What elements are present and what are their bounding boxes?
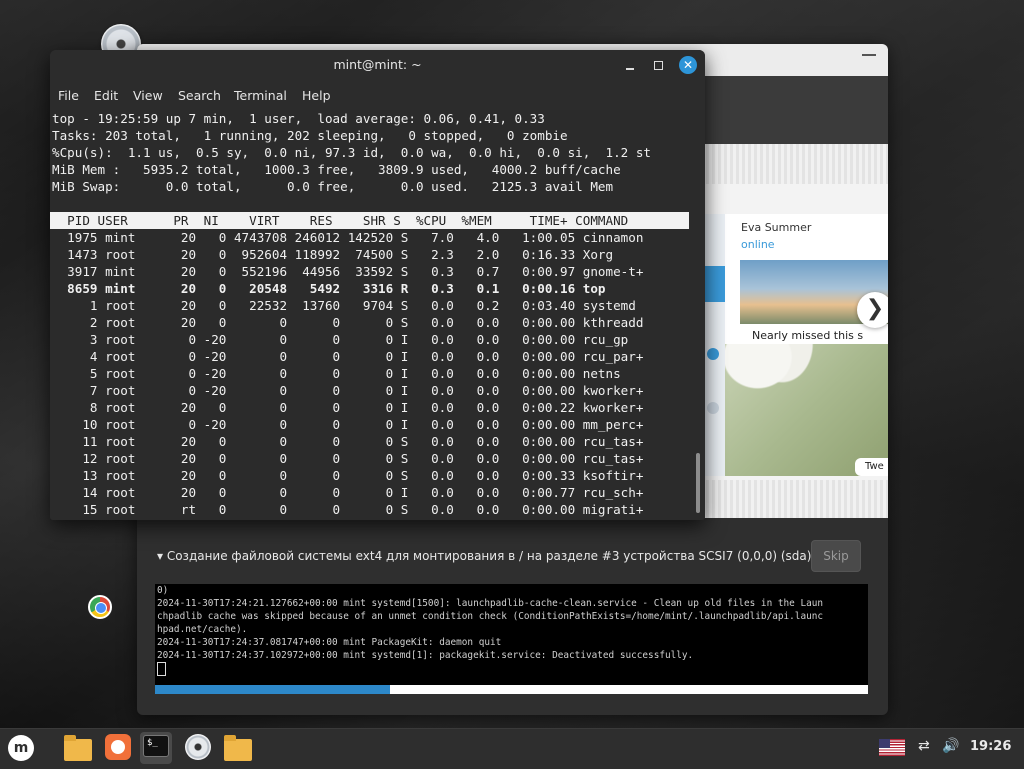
process-row-top: 8659 mint 20 0 20548 5492 3316 R 0.3 0.1…: [52, 281, 606, 296]
home-folder-icon[interactable]: [224, 735, 252, 761]
process-row: 10 root 0 -20 0 0 0 I 0.0 0.0 0:00.00 mm…: [52, 417, 644, 432]
process-row: 14 root 20 0 0 0 0 I 0.0 0.0 0:00.77 rcu…: [52, 485, 644, 500]
slide-top-strip: [703, 144, 888, 184]
install-log-line: chpadlib cache was skipped because of an…: [157, 611, 824, 622]
menu-view[interactable]: View: [133, 88, 163, 103]
top-summary-line: Tasks: 203 total, 1 running, 202 sleepin…: [52, 128, 568, 143]
terminal-output[interactable]: top - 19:25:59 up 7 min, 1 user, load av…: [50, 110, 695, 520]
install-log-line: 2024-11-30T17:24:37.102972+00:00 mint sy…: [157, 650, 694, 661]
files-folder-icon[interactable]: [64, 735, 92, 761]
chat-wallpaper: [725, 344, 888, 476]
top-summary-line: top - 19:25:59 up 7 min, 1 user, load av…: [52, 111, 545, 126]
keyboard-layout-flag-icon[interactable]: [879, 739, 905, 756]
process-row: 2 root 20 0 0 0 0 S 0.0 0.0 0:00.00 kthr…: [52, 315, 644, 330]
chat-bubble: Twe: [855, 458, 888, 476]
install-log-line: hpad.net/cache).: [157, 624, 248, 635]
unread-badge: [707, 402, 719, 414]
process-row: 1 root 20 0 22532 13760 9704 S 0.0 0.2 0…: [52, 298, 636, 313]
menu-file[interactable]: File: [58, 88, 79, 103]
chat-contact-status: online: [741, 238, 775, 251]
terminal-menubar: File Edit View Search Terminal Help: [50, 80, 705, 110]
install-log-lines: 0) 2024-11-30T17:24:21.127662+00:00 mint …: [157, 584, 868, 662]
menu-help[interactable]: Help: [302, 88, 331, 103]
process-row: 1473 root 20 0 952604 118992 74500 S 2.3…: [52, 247, 614, 262]
menu-icon[interactable]: m: [8, 735, 34, 761]
process-row: 13 root 20 0 0 0 0 S 0.0 0.0 0:00.33 kso…: [52, 468, 644, 483]
chat-photo-caption: Nearly missed this s: [752, 329, 864, 342]
process-row: 5 root 0 -20 0 0 0 I 0.0 0.0 0:00.00 net…: [52, 366, 621, 381]
process-row: 3917 mint 20 0 552196 44956 33592 S 0.3 …: [52, 264, 644, 279]
process-row: 1975 mint 20 0 4743708 246012 142520 S 7…: [52, 230, 644, 245]
menu-search[interactable]: Search: [178, 88, 221, 103]
log-cursor: [157, 662, 166, 676]
process-row: 15 root rt 0 0 0 0 S 0.0 0.0 0:00.00 mig…: [52, 502, 644, 517]
close-icon[interactable]: ✕: [679, 56, 697, 74]
volume-icon[interactable]: 🔊: [942, 738, 959, 754]
network-icon[interactable]: ⇄: [918, 738, 930, 754]
install-disc-icon[interactable]: [185, 734, 211, 760]
install-progress-fill: [155, 685, 391, 694]
slide-bottom-strip: [703, 480, 888, 518]
install-log-line: 2024-11-30T17:24:21.127662+00:00 mint sy…: [157, 598, 824, 609]
clock[interactable]: 19:26: [970, 739, 1011, 754]
top-summary-line: MiB Mem : 5935.2 total, 1000.3 free, 380…: [52, 162, 621, 177]
install-log: 0) 2024-11-30T17:24:21.127662+00:00 mint …: [155, 584, 868, 686]
top-summary-line: MiB Swap: 0.0 total, 0.0 free, 0.0 used.…: [52, 179, 614, 194]
chat-list-column: [703, 214, 725, 476]
install-log-line: 0): [157, 585, 169, 596]
chat-list-selected-tile: [703, 266, 725, 302]
slide-next-icon[interactable]: ❯: [857, 292, 888, 328]
terminal-scrollbar-thumb[interactable]: [696, 453, 700, 513]
firefox-icon[interactable]: [105, 734, 131, 760]
terminal-icon[interactable]: $_: [143, 735, 169, 757]
maximize-icon[interactable]: [649, 56, 667, 74]
skip-button[interactable]: Skip: [811, 540, 861, 572]
process-row: 4 root 0 -20 0 0 0 I 0.0 0.0 0:00.00 rcu…: [52, 349, 644, 364]
terminal-title: mint@mint: ~: [333, 57, 422, 72]
install-progress-bar: [155, 685, 868, 694]
chat-contact-name: Eva Summer: [741, 221, 812, 234]
install-step-label[interactable]: ▾ Создание файловой системы ext4 для мон…: [157, 549, 823, 563]
process-row: 12 root 20 0 0 0 0 S 0.0 0.0 0:00.00 rcu…: [52, 451, 644, 466]
process-row: 8 root 20 0 0 0 0 I 0.0 0.0 0:00.22 kwor…: [52, 400, 644, 415]
process-row: 7 root 0 -20 0 0 0 I 0.0 0.0 0:00.00 kwo…: [52, 383, 644, 398]
installer-minimize-icon[interactable]: [862, 54, 876, 56]
process-table-header: PID USER PR NI VIRT RES SHR S %CPU %MEM …: [50, 212, 689, 229]
process-row: 11 root 20 0 0 0 0 S 0.0 0.0 0:00.00 rcu…: [52, 434, 644, 449]
menu-edit[interactable]: Edit: [94, 88, 118, 103]
desktop-browser-icon[interactable]: [88, 595, 112, 619]
minimize-icon[interactable]: [621, 56, 639, 74]
install-log-line: 2024-11-30T17:24:37.081747+00:00 mint Pa…: [157, 637, 502, 648]
terminal-window: mint@mint: ~ ✕ File Edit View Search Ter…: [50, 50, 705, 520]
menu-terminal[interactable]: Terminal: [234, 88, 287, 103]
terminal-titlebar[interactable]: mint@mint: ~ ✕: [50, 50, 705, 80]
top-summary-line: %Cpu(s): 1.1 us, 0.5 sy, 0.0 ni, 97.3 id…: [52, 145, 651, 160]
process-row: 3 root 0 -20 0 0 0 I 0.0 0.0 0:00.00 rcu…: [52, 332, 629, 347]
unread-badge: [707, 348, 719, 360]
